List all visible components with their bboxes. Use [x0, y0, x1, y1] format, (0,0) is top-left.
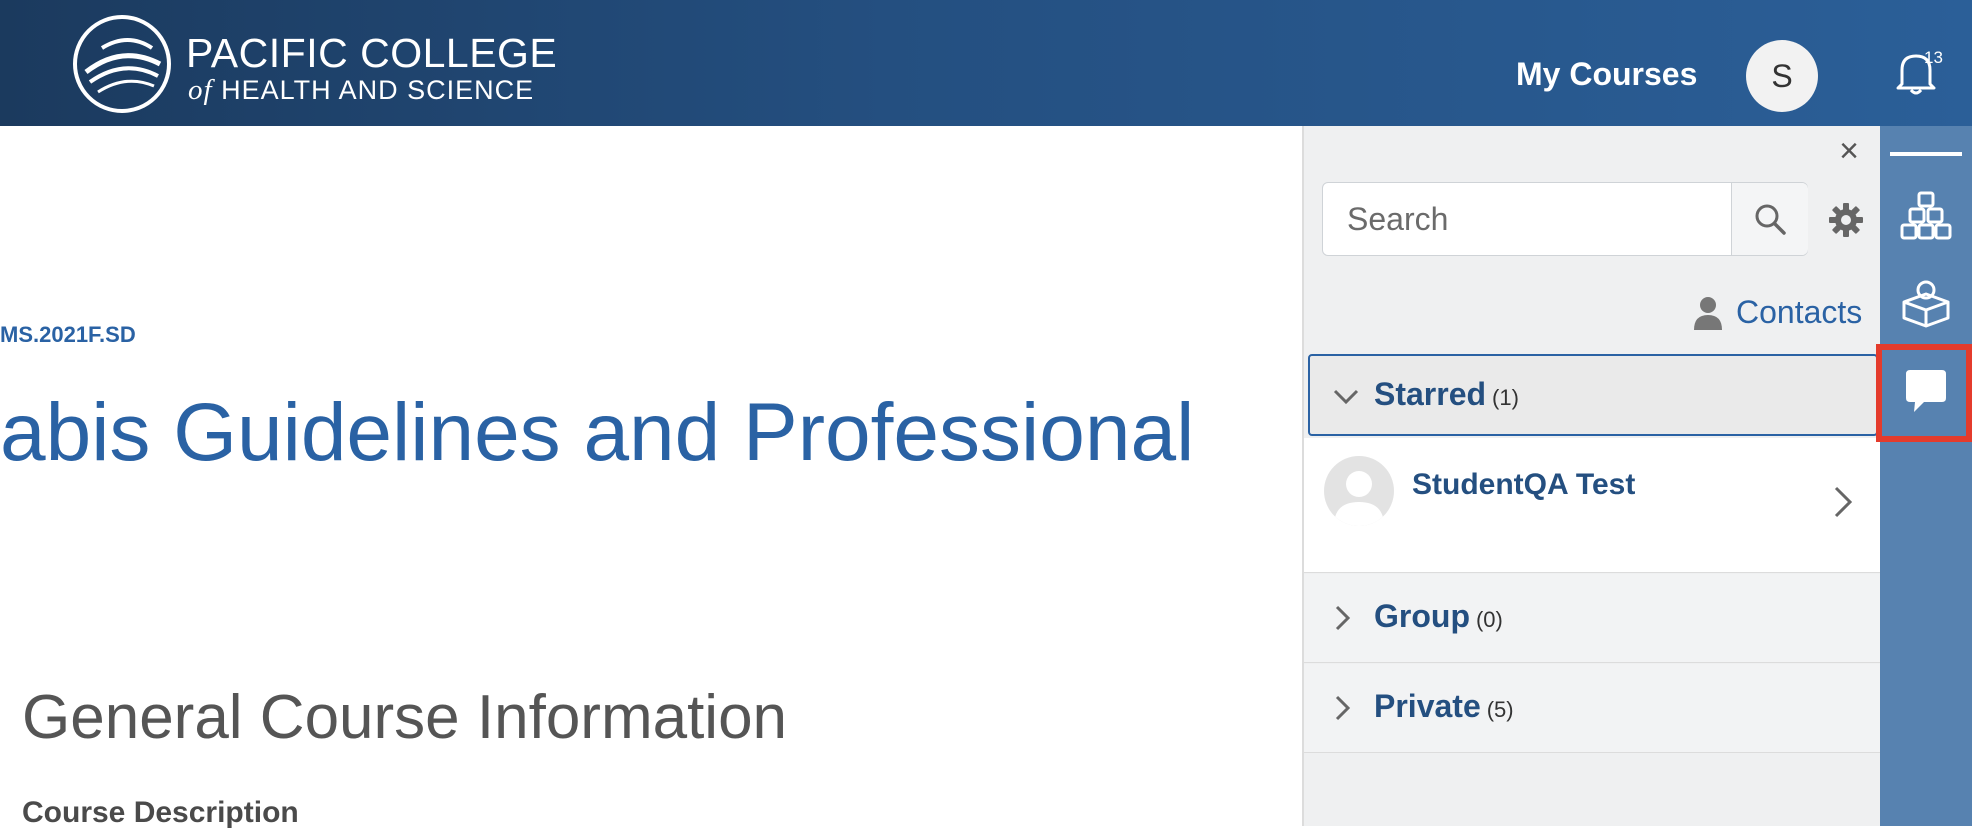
- section-group[interactable]: Group (0): [1304, 574, 1880, 663]
- section-group-label: Group (0): [1374, 598, 1503, 635]
- my-courses-link[interactable]: My Courses: [1516, 56, 1697, 93]
- notification-count: 13: [1924, 48, 1943, 67]
- close-drawer-icon[interactable]: ×: [1832, 134, 1866, 168]
- chevron-right-icon: [1335, 695, 1351, 721]
- section-private-title: Private: [1374, 688, 1481, 724]
- contacts-link[interactable]: Contacts: [1694, 294, 1862, 331]
- course-title: abis Guidelines and Professional: [0, 387, 1195, 478]
- avatar: [1324, 456, 1394, 526]
- search-icon: [1755, 204, 1786, 235]
- messaging-drawer: × Contacts: [1302, 126, 1882, 826]
- section-starred-label: Starred (1): [1374, 376, 1519, 413]
- section-starred[interactable]: Starred (1): [1308, 354, 1878, 436]
- list-item[interactable]: StudentQA Test: [1304, 438, 1880, 573]
- section-heading: General Course Information: [22, 683, 788, 752]
- section-group-title: Group: [1374, 598, 1470, 634]
- search-box: [1322, 182, 1808, 256]
- chevron-right-icon: [1834, 486, 1853, 518]
- logo-subtitle: of HEALTH AND SCIENCE: [188, 74, 534, 107]
- contact-name: StudentQA Test: [1412, 468, 1636, 501]
- chevron-right-icon: [1335, 605, 1351, 631]
- college-logo-icon[interactable]: [72, 14, 172, 114]
- search-button[interactable]: [1731, 183, 1808, 255]
- person-icon: [1694, 296, 1722, 330]
- section-starred-count: (1): [1492, 385, 1519, 410]
- contacts-label: Contacts: [1736, 294, 1863, 330]
- right-rail: [1880, 126, 1972, 826]
- gear-icon[interactable]: [1828, 202, 1864, 238]
- search-input[interactable]: [1323, 183, 1731, 255]
- section-private-label: Private (5): [1374, 688, 1514, 725]
- default-avatar-icon: [1334, 471, 1384, 526]
- section-private[interactable]: Private (5): [1304, 664, 1880, 753]
- section-group-count: (0): [1475, 607, 1503, 632]
- section-private-count: (5): [1486, 697, 1514, 722]
- logo-title: PACIFIC COLLEGE: [186, 30, 558, 76]
- blocks-icon[interactable]: [1900, 190, 1952, 242]
- course-code: MS.2021F.SD: [0, 322, 136, 347]
- user-avatar[interactable]: S: [1746, 40, 1818, 112]
- active-chat-highlight: [1876, 344, 1972, 442]
- section-starred-title: Starred: [1374, 376, 1487, 412]
- logo-subtitle-prefix: of: [188, 74, 213, 106]
- rail-handle[interactable]: [1890, 152, 1962, 156]
- sub-heading: Course Description: [22, 796, 299, 829]
- chevron-down-icon: [1333, 389, 1359, 405]
- logo-subtitle-rest: HEALTH AND SCIENCE: [221, 75, 535, 105]
- user-box-icon[interactable]: [1900, 278, 1952, 330]
- site-header: PACIFIC COLLEGE of HEALTH AND SCIENCE My…: [0, 0, 1972, 126]
